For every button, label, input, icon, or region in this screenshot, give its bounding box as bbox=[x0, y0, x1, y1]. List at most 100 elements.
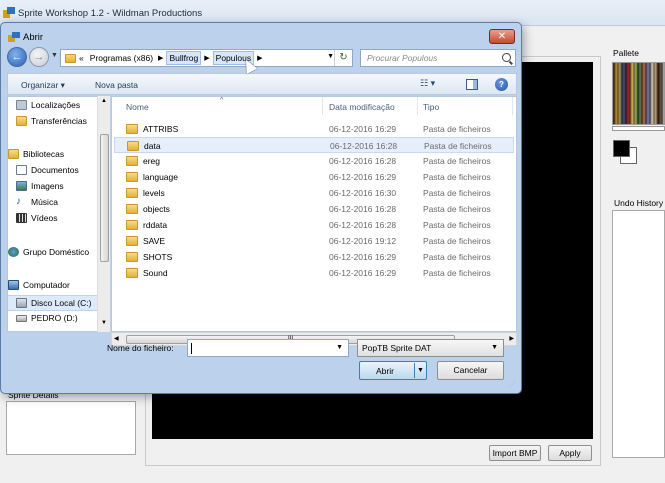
chevron-down-icon[interactable]: ▼ bbox=[491, 344, 498, 351]
app-title: Sprite Workshop 1.2 - Wildman Production… bbox=[18, 8, 203, 19]
libraries-icon bbox=[8, 149, 19, 159]
file-type: Pasta de ficheiros bbox=[423, 156, 491, 166]
column-header-type[interactable]: Tipo bbox=[423, 102, 439, 112]
breadcrumb-overflow[interactable]: « bbox=[79, 53, 84, 63]
column-header-name[interactable]: Nome bbox=[126, 102, 149, 112]
file-type: Pasta de ficheiros bbox=[423, 252, 491, 262]
filename-input[interactable]: ▼ bbox=[187, 339, 349, 357]
scroll-left-icon[interactable]: ◀ bbox=[114, 335, 119, 342]
downloads-icon bbox=[16, 116, 27, 126]
help-button[interactable]: ? bbox=[495, 78, 508, 91]
nav-item-videos[interactable]: Vídeos bbox=[16, 213, 57, 223]
scroll-up-icon[interactable]: ▲ bbox=[101, 98, 107, 104]
nav-item-downloads[interactable]: Transferências bbox=[16, 116, 87, 126]
folder-icon bbox=[126, 204, 138, 214]
refresh-button[interactable]: ↻ bbox=[334, 50, 352, 66]
file-row[interactable]: ATTRIBS 06-12-2016 16:29 Pasta de fichei… bbox=[114, 121, 514, 137]
file-row[interactable]: rddata 06-12-2016 16:28 Pasta de ficheir… bbox=[114, 217, 514, 233]
search-placeholder: Procurar Populous bbox=[367, 53, 438, 63]
file-row[interactable]: data 06-12-2016 16:28 Pasta de ficheiros bbox=[114, 137, 514, 153]
file-name: SAVE bbox=[143, 236, 166, 246]
column-divider[interactable] bbox=[417, 97, 418, 115]
preview-pane-icon[interactable] bbox=[466, 79, 478, 90]
forward-button[interactable]: → bbox=[29, 47, 49, 67]
file-date: 06-12-2016 16:29 bbox=[329, 172, 397, 182]
file-name: objects bbox=[143, 204, 170, 214]
nav-item-documents[interactable]: Documentos bbox=[16, 165, 79, 175]
file-row[interactable]: Sound 06-12-2016 16:29 Pasta de ficheiro… bbox=[114, 265, 514, 281]
search-icon bbox=[502, 53, 511, 62]
folder-icon bbox=[127, 141, 139, 151]
open-options-dropdown[interactable]: ▼ bbox=[414, 363, 426, 378]
scrollbar-thumb[interactable] bbox=[100, 134, 109, 262]
file-list[interactable]: Nome ^ Data modificação Tipo T ATTRIBS 0… bbox=[111, 96, 517, 332]
nav-item-libraries[interactable]: Bibliotecas bbox=[8, 149, 64, 159]
file-type-value: PopTB Sprite DAT bbox=[362, 343, 432, 353]
nav-item-pictures[interactable]: Imagens bbox=[16, 181, 64, 191]
file-row[interactable]: language 06-12-2016 16:29 Pasta de fiche… bbox=[114, 169, 514, 185]
file-type-select[interactable]: PopTB Sprite DAT ▼ bbox=[357, 339, 504, 357]
new-folder-button[interactable]: Nova pasta bbox=[95, 80, 138, 90]
cancel-button[interactable]: Cancelar bbox=[437, 361, 504, 380]
column-divider[interactable] bbox=[512, 97, 513, 115]
organize-menu-button[interactable]: Organizar ▾ bbox=[21, 80, 65, 91]
file-row[interactable]: objects 06-12-2016 16:28 Pasta de fichei… bbox=[114, 201, 514, 217]
column-header-size[interactable]: T bbox=[516, 102, 517, 112]
file-row[interactable]: SHOTS 06-12-2016 16:29 Pasta de ficheiro… bbox=[114, 249, 514, 265]
file-row[interactable]: levels 06-12-2016 16:30 Pasta de ficheir… bbox=[114, 185, 514, 201]
import-bmp-button[interactable]: Import BMP bbox=[489, 445, 541, 461]
chevron-right-icon[interactable]: ▶ bbox=[158, 54, 163, 62]
column-divider[interactable] bbox=[322, 97, 323, 115]
pallete-scroll-strip[interactable] bbox=[612, 126, 665, 131]
back-button[interactable]: ← bbox=[7, 47, 27, 67]
open-button-label: Abrir bbox=[376, 366, 394, 376]
pallete-grid[interactable] bbox=[612, 62, 665, 125]
column-header-date[interactable]: Data modificação bbox=[329, 102, 395, 112]
nav-item-homegroup[interactable]: Grupo Doméstico bbox=[8, 247, 89, 257]
file-type: Pasta de ficheiros bbox=[423, 236, 491, 246]
nav-item-places[interactable]: Localizações bbox=[16, 100, 80, 110]
change-view-button[interactable]: ☷ ▾ bbox=[420, 78, 435, 89]
chevron-right-icon[interactable]: ▶ bbox=[204, 54, 209, 62]
scroll-right-icon[interactable]: ▶ bbox=[509, 335, 514, 342]
nav-item-pedro-drive[interactable]: PEDRO (D:) bbox=[16, 313, 78, 323]
navigation-pane[interactable]: Localizações Transferências Bibliotecas … bbox=[7, 96, 110, 332]
chevron-down-icon[interactable]: ▼ bbox=[327, 53, 334, 60]
file-row[interactable]: SAVE 06-12-2016 19:12 Pasta de ficheiros bbox=[114, 233, 514, 249]
nav-item-local-disk[interactable]: Disco Local (C:) bbox=[8, 295, 107, 311]
breadcrumb-item-bullfrog[interactable]: Bullfrog bbox=[166, 51, 202, 65]
file-name: ereg bbox=[143, 156, 161, 166]
folder-icon bbox=[126, 172, 138, 182]
close-button[interactable]: ✕ bbox=[489, 29, 515, 44]
pallete-label: Pallete bbox=[613, 48, 639, 58]
nav-item-label: PEDRO (D:) bbox=[31, 313, 78, 323]
nav-item-computer[interactable]: Computador bbox=[8, 280, 70, 290]
breadcrumb-item-programas[interactable]: Programas (x86) bbox=[88, 52, 155, 64]
apply-button[interactable]: Apply bbox=[548, 445, 592, 461]
foreground-color-swatch[interactable] bbox=[613, 140, 630, 157]
folder-icon bbox=[126, 156, 138, 166]
address-bar[interactable]: « Programas (x86) ▶ Bullfrog ▶ Populous … bbox=[60, 49, 353, 67]
chevron-down-icon[interactable]: ▼ bbox=[336, 344, 343, 351]
chevron-right-icon[interactable]: ▶ bbox=[257, 54, 262, 62]
file-row[interactable]: ereg 06-12-2016 16:28 Pasta de ficheiros bbox=[114, 153, 514, 169]
folder-icon bbox=[65, 53, 76, 63]
open-button[interactable]: Abrir ▼ bbox=[359, 361, 427, 380]
file-name: data bbox=[144, 141, 161, 151]
places-icon bbox=[16, 100, 27, 110]
search-input[interactable]: Procurar Populous bbox=[360, 49, 516, 67]
file-date: 06-12-2016 16:29 bbox=[329, 124, 397, 134]
documents-icon bbox=[16, 165, 27, 175]
command-toolbar: Organizar ▾ Nova pasta ☷ ▾ ? bbox=[7, 73, 517, 95]
nav-item-label: Disco Local (C:) bbox=[31, 298, 92, 308]
nav-item-music[interactable]: ♪ Música bbox=[16, 196, 58, 208]
file-type: Pasta de ficheiros bbox=[423, 204, 491, 214]
undo-history-list[interactable] bbox=[612, 210, 665, 458]
arrow-right-icon: → bbox=[33, 51, 45, 63]
recent-locations-dropdown[interactable]: ▼ bbox=[51, 52, 58, 59]
resize-grip-icon[interactable]: ⋰ bbox=[509, 381, 518, 390]
music-note-icon: ♪ bbox=[16, 196, 21, 207]
file-type: Pasta de ficheiros bbox=[423, 268, 491, 278]
scroll-down-icon[interactable]: ▼ bbox=[101, 320, 107, 326]
navigation-scrollbar[interactable]: ▲ ▼ bbox=[97, 96, 110, 332]
